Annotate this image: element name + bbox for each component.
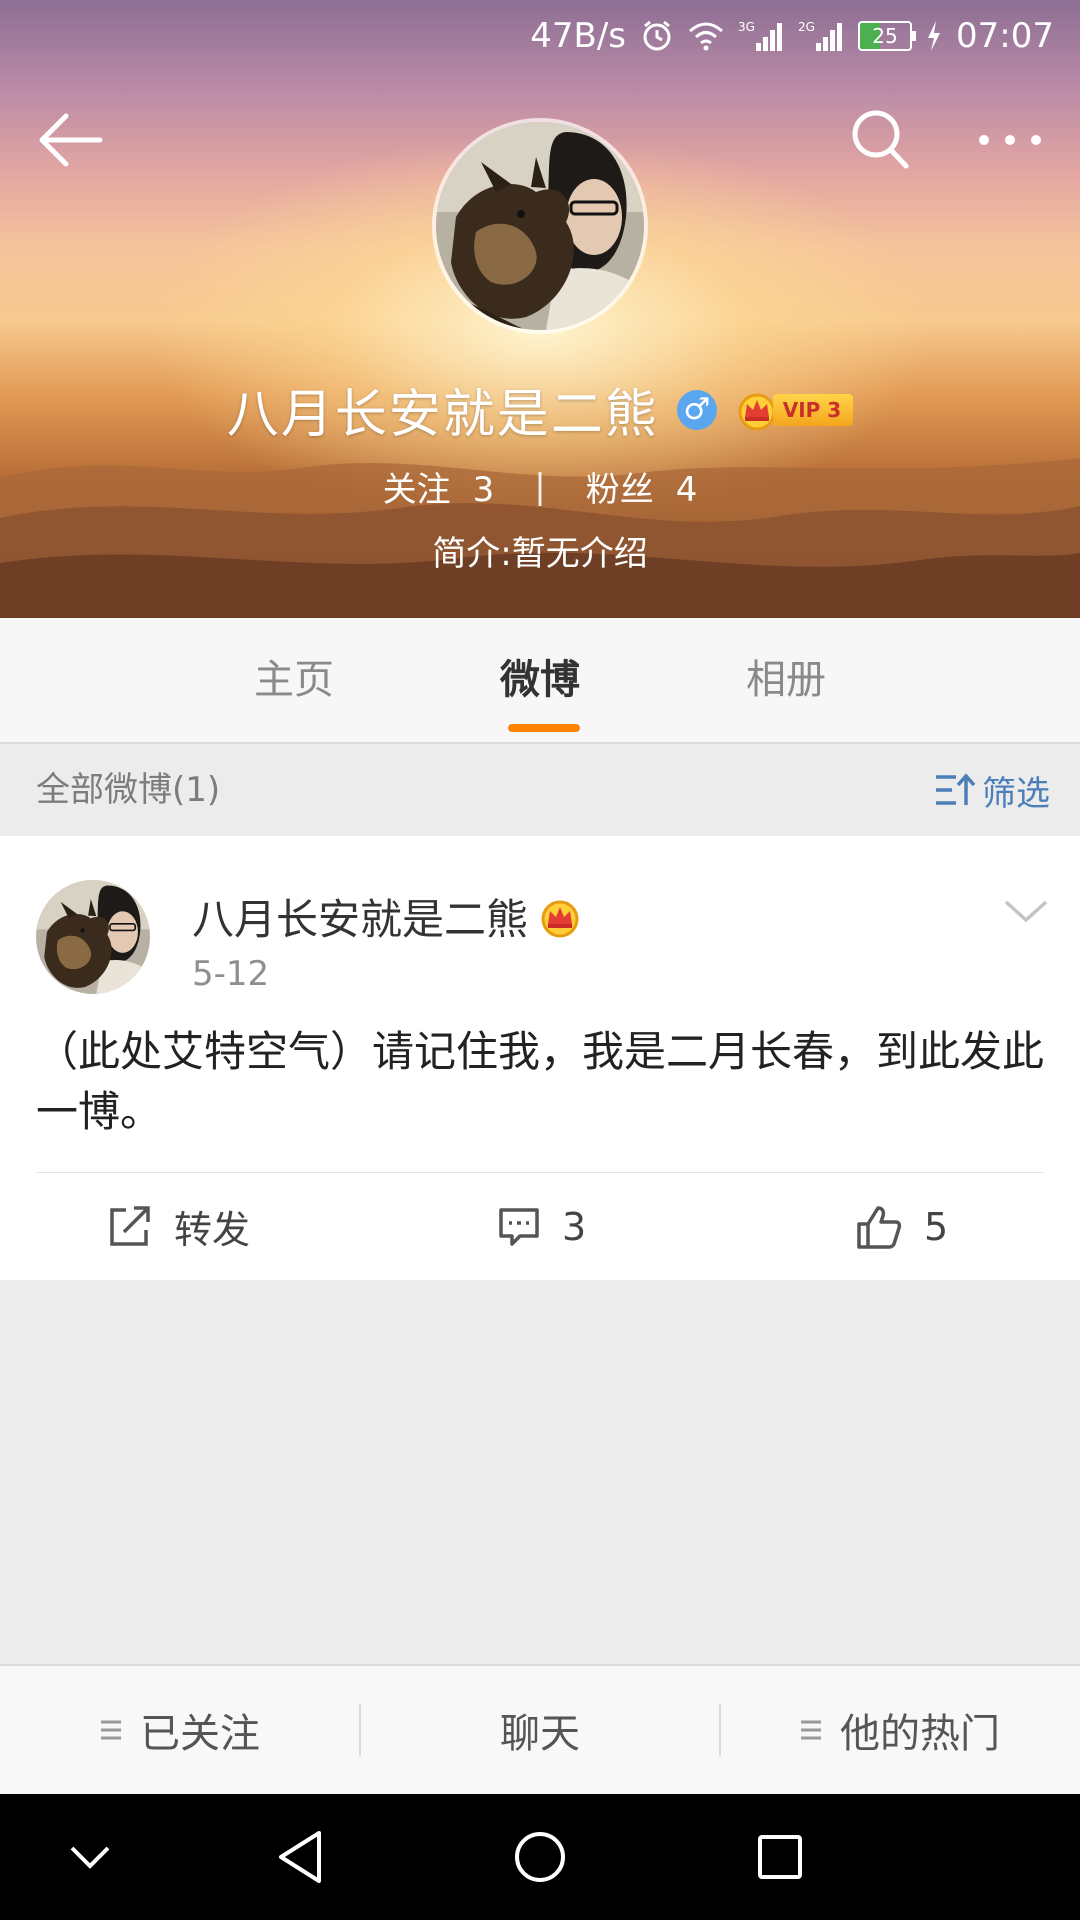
search-icon bbox=[852, 110, 909, 169]
comment-count: 3 bbox=[562, 1204, 587, 1249]
profile-avatar[interactable] bbox=[432, 118, 648, 334]
more-dots-icon bbox=[979, 135, 1041, 145]
more-button[interactable] bbox=[975, 125, 1045, 155]
profile-name: 八月长安就是二熊 bbox=[226, 385, 659, 445]
system-navigation-bar bbox=[0, 1794, 1080, 1920]
all-posts-count: 全部微博(1) bbox=[36, 770, 221, 810]
circle-home-icon bbox=[515, 1832, 565, 1882]
menu-lines-icon bbox=[801, 1720, 821, 1740]
back-button[interactable] bbox=[36, 110, 106, 170]
repost-label: 转发 bbox=[174, 1208, 251, 1252]
chat-label: 聊天 bbox=[500, 1711, 580, 1757]
menu-lines-icon bbox=[101, 1720, 121, 1740]
filter-button[interactable]: 筛选 bbox=[934, 744, 1050, 836]
nav-back-button[interactable] bbox=[250, 1794, 350, 1920]
tab-home[interactable]: 主页 bbox=[194, 618, 394, 742]
chevron-down-icon bbox=[70, 1846, 110, 1869]
profile-name-row: 八月长安就是二熊 ♂ VIP 3 bbox=[0, 372, 1080, 447]
stats-separator: | bbox=[534, 466, 546, 507]
followed-label: 已关注 bbox=[140, 1711, 260, 1757]
sim2-label: 2G bbox=[798, 20, 815, 34]
thumbs-up-icon bbox=[857, 1205, 902, 1249]
following-label: 关注 bbox=[382, 470, 451, 510]
chat-button[interactable]: 聊天 bbox=[360, 1666, 720, 1794]
post-actions: 转发 3 5 bbox=[0, 1173, 1080, 1280]
tab-album[interactable]: 相册 bbox=[686, 618, 886, 742]
sim1-label: 3G bbox=[738, 20, 755, 34]
bottom-action-bar: 已关注 聊天 他的热门 bbox=[0, 1664, 1080, 1794]
vip-level: VIP 3 bbox=[772, 393, 854, 426]
followers-stat[interactable]: 粉丝 4 bbox=[586, 462, 698, 511]
profile-intro: 简介:暂无介绍 bbox=[432, 534, 648, 574]
post-card: 八月长安就是二熊 5-12 （此处艾特空气）请记住我，我是二月长春，到此发此一博… bbox=[0, 836, 1080, 1280]
crown-icon[interactable] bbox=[538, 895, 582, 939]
following-count: 3 bbox=[472, 470, 495, 510]
signal-3g-icon: 3G bbox=[738, 19, 784, 53]
chevron-down-icon bbox=[1004, 900, 1048, 923]
avatar-photo bbox=[436, 122, 644, 330]
search-button[interactable] bbox=[850, 108, 910, 172]
avatar-photo bbox=[36, 880, 150, 994]
arrow-left-icon bbox=[39, 113, 103, 167]
clock: 07:07 bbox=[956, 16, 1054, 56]
comment-button[interactable]: 3 bbox=[498, 1173, 586, 1280]
filter-bar: 全部微博(1) 筛选 bbox=[0, 744, 1080, 836]
followers-count: 4 bbox=[675, 470, 698, 510]
network-speed: 47B/s bbox=[530, 16, 627, 56]
like-count: 5 bbox=[924, 1204, 949, 1249]
repost-icon bbox=[110, 1205, 150, 1246]
alarm-icon bbox=[640, 19, 674, 53]
post-author-name[interactable]: 八月长安就是二熊 bbox=[192, 886, 528, 947]
tab-weibo[interactable]: 微博 bbox=[440, 618, 640, 742]
hot-posts-label: 他的热门 bbox=[840, 1711, 1000, 1757]
post-menu-button[interactable] bbox=[1002, 896, 1050, 926]
male-icon: ♂ bbox=[676, 389, 717, 430]
wifi-icon bbox=[688, 21, 724, 51]
filter-sort-icon bbox=[936, 773, 976, 805]
triangle-back-icon bbox=[279, 1831, 321, 1883]
following-stat[interactable]: 关注 3 bbox=[383, 462, 495, 511]
post-author-avatar[interactable] bbox=[36, 880, 150, 994]
post-text: （此处艾特空气）请记住我，我是二月长春，到此发此一博。 bbox=[36, 1027, 1045, 1136]
followers-label: 粉丝 bbox=[585, 470, 654, 510]
hot-posts-button[interactable]: 他的热门 bbox=[720, 1666, 1080, 1794]
square-recents-icon bbox=[758, 1835, 802, 1879]
filter-label: 筛选 bbox=[982, 773, 1050, 814]
post-date: 5-12 bbox=[192, 954, 270, 994]
signal-2g-icon: 2G bbox=[798, 19, 844, 53]
profile-tabs: 主页 微博 相册 bbox=[0, 618, 1080, 744]
battery-level: 25 bbox=[872, 24, 898, 48]
status-bar: 47B/s 3G 2G 25 07:07 bbox=[0, 0, 1080, 72]
charging-icon bbox=[926, 21, 942, 51]
follow-stats: 关注 3 | 粉丝 4 bbox=[0, 462, 1080, 511]
battery-icon: 25 bbox=[858, 21, 917, 51]
vip-badge[interactable]: VIP 3 bbox=[735, 390, 854, 430]
nav-collapse-button[interactable] bbox=[40, 1794, 140, 1920]
nav-recents-button[interactable] bbox=[730, 1794, 830, 1920]
post-author-row: 八月长安就是二熊 bbox=[192, 886, 582, 947]
nav-home-button[interactable] bbox=[490, 1794, 590, 1920]
repost-button[interactable]: 转发 bbox=[108, 1173, 250, 1280]
like-button[interactable]: 5 bbox=[856, 1173, 948, 1280]
profile-header: 47B/s 3G 2G 25 07:07 八月长安就是二熊 ♂ VIP 3 关注… bbox=[0, 0, 1080, 618]
followed-button[interactable]: 已关注 bbox=[0, 1666, 360, 1794]
comment-icon bbox=[499, 1207, 539, 1246]
